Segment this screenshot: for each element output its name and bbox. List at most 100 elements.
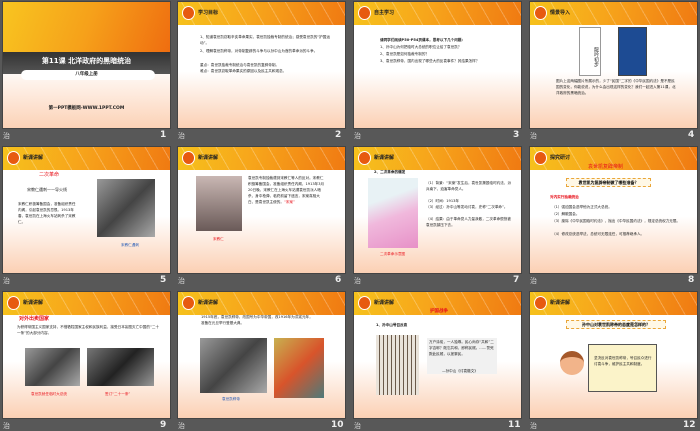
slide-subtitle: 八年级上册 [75, 72, 98, 77]
photo-caption: 签订“二十一条” [105, 392, 131, 396]
note-card [588, 344, 657, 392]
slide-number-3: 3 [513, 130, 520, 140]
logo-icon [358, 6, 371, 20]
logo-icon [534, 151, 547, 165]
logo-icon [534, 296, 547, 310]
section-heading: 袁世凯复辟帝制 [588, 164, 624, 170]
slide-note-1: 治 [3, 132, 10, 140]
slide-thumbnail-2[interactable]: 学习目标 1、知道袁世凯窃取辛亥革命果实，袁世凯独裁专制的统治；感受袁世凯的“护… [178, 2, 345, 128]
photo-ceremony [200, 338, 267, 393]
portrait-photo [196, 176, 242, 231]
slide-thumbnail-1[interactable]: 第11课 北洋政府的黑暗统治 八年级上册 第一PPT模板网-WWW.1PPT.C… [3, 2, 170, 128]
slide-number-2: 2 [335, 130, 342, 140]
header-label: 新课讲解 [23, 155, 44, 161]
logo-icon [7, 151, 20, 165]
slide-note-8: 治 [530, 277, 537, 285]
slide-title: 第11课 北洋政府的黑暗统治 [41, 57, 132, 65]
slide-thumbnail-6[interactable]: 新课讲解 袁世凯专制独裁遭到宋教仁等人的反对。宋教仁积极筹备国会，准备组织责任内… [178, 147, 345, 273]
slide-number-10: 10 [331, 420, 344, 430]
slide-thumbnail-10[interactable]: 新课讲解 1915年底，袁世凯称帝，改国号为中华帝国，改1916年为洪宪元年，准… [178, 292, 345, 418]
quote-text: 万户涂炭，一人独尊。民心尚存“共和”二字否耶？既忘共和，即称民贼。……誓死戮此民… [429, 340, 494, 356]
slide-note-2: 治 [178, 132, 185, 140]
slide-number-11: 11 [508, 420, 521, 430]
question-line: 3、袁世凯称帝，国内出现了哪些大的反袁事件？其结果怎样？ [380, 59, 480, 63]
text-line: （2）解散国会。 [552, 212, 580, 216]
photo-caption: 袁世凯称帝 [222, 397, 240, 401]
photo-caption: 袁世凯就任临时大总统 [31, 392, 67, 396]
quote-source: —孙中山《讨袁檄文》 [442, 369, 478, 373]
logo-icon [182, 151, 195, 165]
text-line: 难点：袁世凯窃取革命果实的原因以及民主共和观念。 [200, 69, 287, 73]
paragraph: 袁世凯专制独裁遭到宋教仁等人的反对。宋教仁积极筹备国会，准备组织责任内阁，191… [248, 175, 326, 205]
slide-thumbnail-8[interactable]: 探究研讨 袁世凯复辟帝制 袁世凯为复辟帝制做了哪些准备？ 对内实行独裁统治 （1… [530, 147, 697, 273]
sub-heading: 宋教仁遇刺——导火线 [27, 187, 67, 192]
site-text: 第一PPT模板网-WWW.1PPT.COM [48, 106, 125, 111]
question-line: 1、孙中山为何把临时大总统的职位让给了袁世凯？ [380, 45, 462, 49]
slide-note-5: 治 [3, 277, 10, 285]
paragraph: 1915年底，袁世凯称帝，改国号为中华帝国，改1916年为洪宪元年，准备在元旦举… [201, 315, 313, 325]
sub-heading: 对内实行独裁统治 [550, 195, 579, 199]
photo-inauguration [25, 348, 80, 386]
photo-assassination [97, 179, 155, 237]
slide-note-12: 治 [530, 422, 537, 430]
header-label: 新课讲解 [23, 300, 44, 306]
text-line: （3）废除《中华民国临时约法》，抛出《中华民国约法》，规定总统权力无限。 [552, 219, 681, 223]
cartoon-face-icon [560, 351, 584, 375]
question-box: 孙中山对袁世凯称帝的态度是怎样的？ [566, 320, 666, 329]
logo-icon [7, 296, 20, 310]
slide-thumbnail-4[interactable]: 情景导入 龍吟初步 图片上这两幅图片所展示的，少了“民国”二字的《中华民国约法》… [530, 2, 697, 128]
slide-note-9: 治 [3, 422, 10, 430]
intro-text: 请同学们阅读P50-P54页课本，思考以下几个问题： [380, 38, 466, 42]
header-label: 新课讲解 [550, 300, 571, 306]
section-heading: 护国战争 [430, 309, 448, 314]
text-line: （4）修改总统选举法，总统可无限连任，可推荐继承人。 [552, 232, 645, 236]
header-label: 新课讲解 [374, 300, 395, 306]
slide-thumbnail-3[interactable]: 自主学习 请同学们阅读P50-P54页课本，思考以下几个问题： 1、孙中山为何把… [354, 2, 521, 128]
header-label: 新课讲解 [374, 155, 395, 161]
slide-note-7: 治 [354, 277, 361, 285]
slide-number-8: 8 [688, 275, 695, 285]
header-label: 探究研讨 [550, 155, 571, 161]
section-heading: 2、二次革命的爆发 [374, 170, 406, 174]
question-box: 袁世凯为复辟帝制做了哪些准备？ [566, 178, 651, 187]
question-line: 2、袁世凯是如何独裁专制的？ [380, 52, 430, 56]
logo-icon [358, 151, 371, 165]
slide-number-5: 5 [160, 275, 167, 285]
slide-note-6: 治 [178, 277, 185, 285]
header-label: 自主学习 [374, 10, 395, 16]
slide-thumbnail-9[interactable]: 新课讲解 对外出卖国家 为获得帝国主义国家支持，不惜牺牲国家主权和民族利益，接受… [3, 292, 170, 418]
slide-thumbnail-11[interactable]: 新课讲解 护国战争 1、孙中山号召反袁 万户涂炭，一人独尊。民心尚存“共和”二字… [354, 292, 521, 418]
slide-number-7: 7 [513, 275, 520, 285]
painting-emperor [274, 338, 324, 398]
intro-text: 图片上这两幅图片所展示的，少了“民国”二字的《中华民国约法》是不是民国的变化，你… [556, 79, 676, 95]
slide-number-12: 12 [683, 420, 696, 430]
logo-icon [358, 296, 371, 310]
map-image [368, 178, 418, 248]
map-caption: 二次革命示意图 [380, 252, 406, 256]
highlight-text: “宋案” [283, 200, 295, 204]
header-label: 新课讲解 [198, 300, 219, 306]
slide-thumbnail-5[interactable]: 新课讲解 二次革命 宋教仁遇刺——导火线 宋教仁积极筹备国会，准备组织责任内阁，… [3, 147, 170, 273]
slide-number-9: 9 [160, 420, 167, 430]
header-label: 情景导入 [550, 10, 571, 16]
slide-note-3: 治 [354, 132, 361, 140]
slide-number-4: 4 [688, 130, 695, 140]
slide-thumbnail-12[interactable]: 新课讲解 孙中山对袁世凯称帝的态度是怎样的？ 坚决反对袁世凯称帝，号召民众进行讨… [530, 292, 697, 418]
text-line: （4）结果：由于革命党人力量涣散，二次革命很快被袁世凯镇压下去。 [426, 217, 511, 227]
paragraph: 宋教仁积极筹备国会，准备组织责任内阁，引起袁世凯的忌恨。1913年春，袁世凯在上… [18, 202, 76, 224]
logo-icon [182, 6, 195, 20]
photo-caption: 宋教仁 [213, 237, 224, 241]
photo-caption: 宋教仁遇刺 [121, 243, 139, 247]
slide-note-4: 治 [530, 132, 537, 140]
slide-thumbnail-7[interactable]: 新课讲解 2、二次革命的爆发 （1）背景：“宋案”发生后，袁世凯撕毁临时约法，派… [354, 147, 521, 273]
text-line: （3）经过：孙中山等发动讨袁，史称“二次革命”。 [426, 205, 508, 209]
text-line: （1）强迫国会选举他为正式大总统。 [552, 205, 612, 209]
text-line: 1、知道袁世凯窃取辛亥革命果实，袁世凯独裁专制的统治；感受袁世凯的“护国运动”。 [200, 35, 330, 45]
text-line: （1）背景：“宋案”发生后，袁世凯撕毁临时约法，派兵南下，迫害革命党人。 [426, 181, 512, 191]
sub-heading: 1、孙中山号召反袁 [376, 323, 408, 327]
photo-treaty-signing [87, 348, 154, 386]
slide-number-6: 6 [335, 275, 342, 285]
header-label: 学习目标 [198, 10, 219, 16]
note-text: 坚决反对袁世凯称帝，号召民众进行讨袁斗争，维护民主共和制度。 [594, 356, 652, 366]
slide-note-11: 治 [354, 422, 361, 430]
